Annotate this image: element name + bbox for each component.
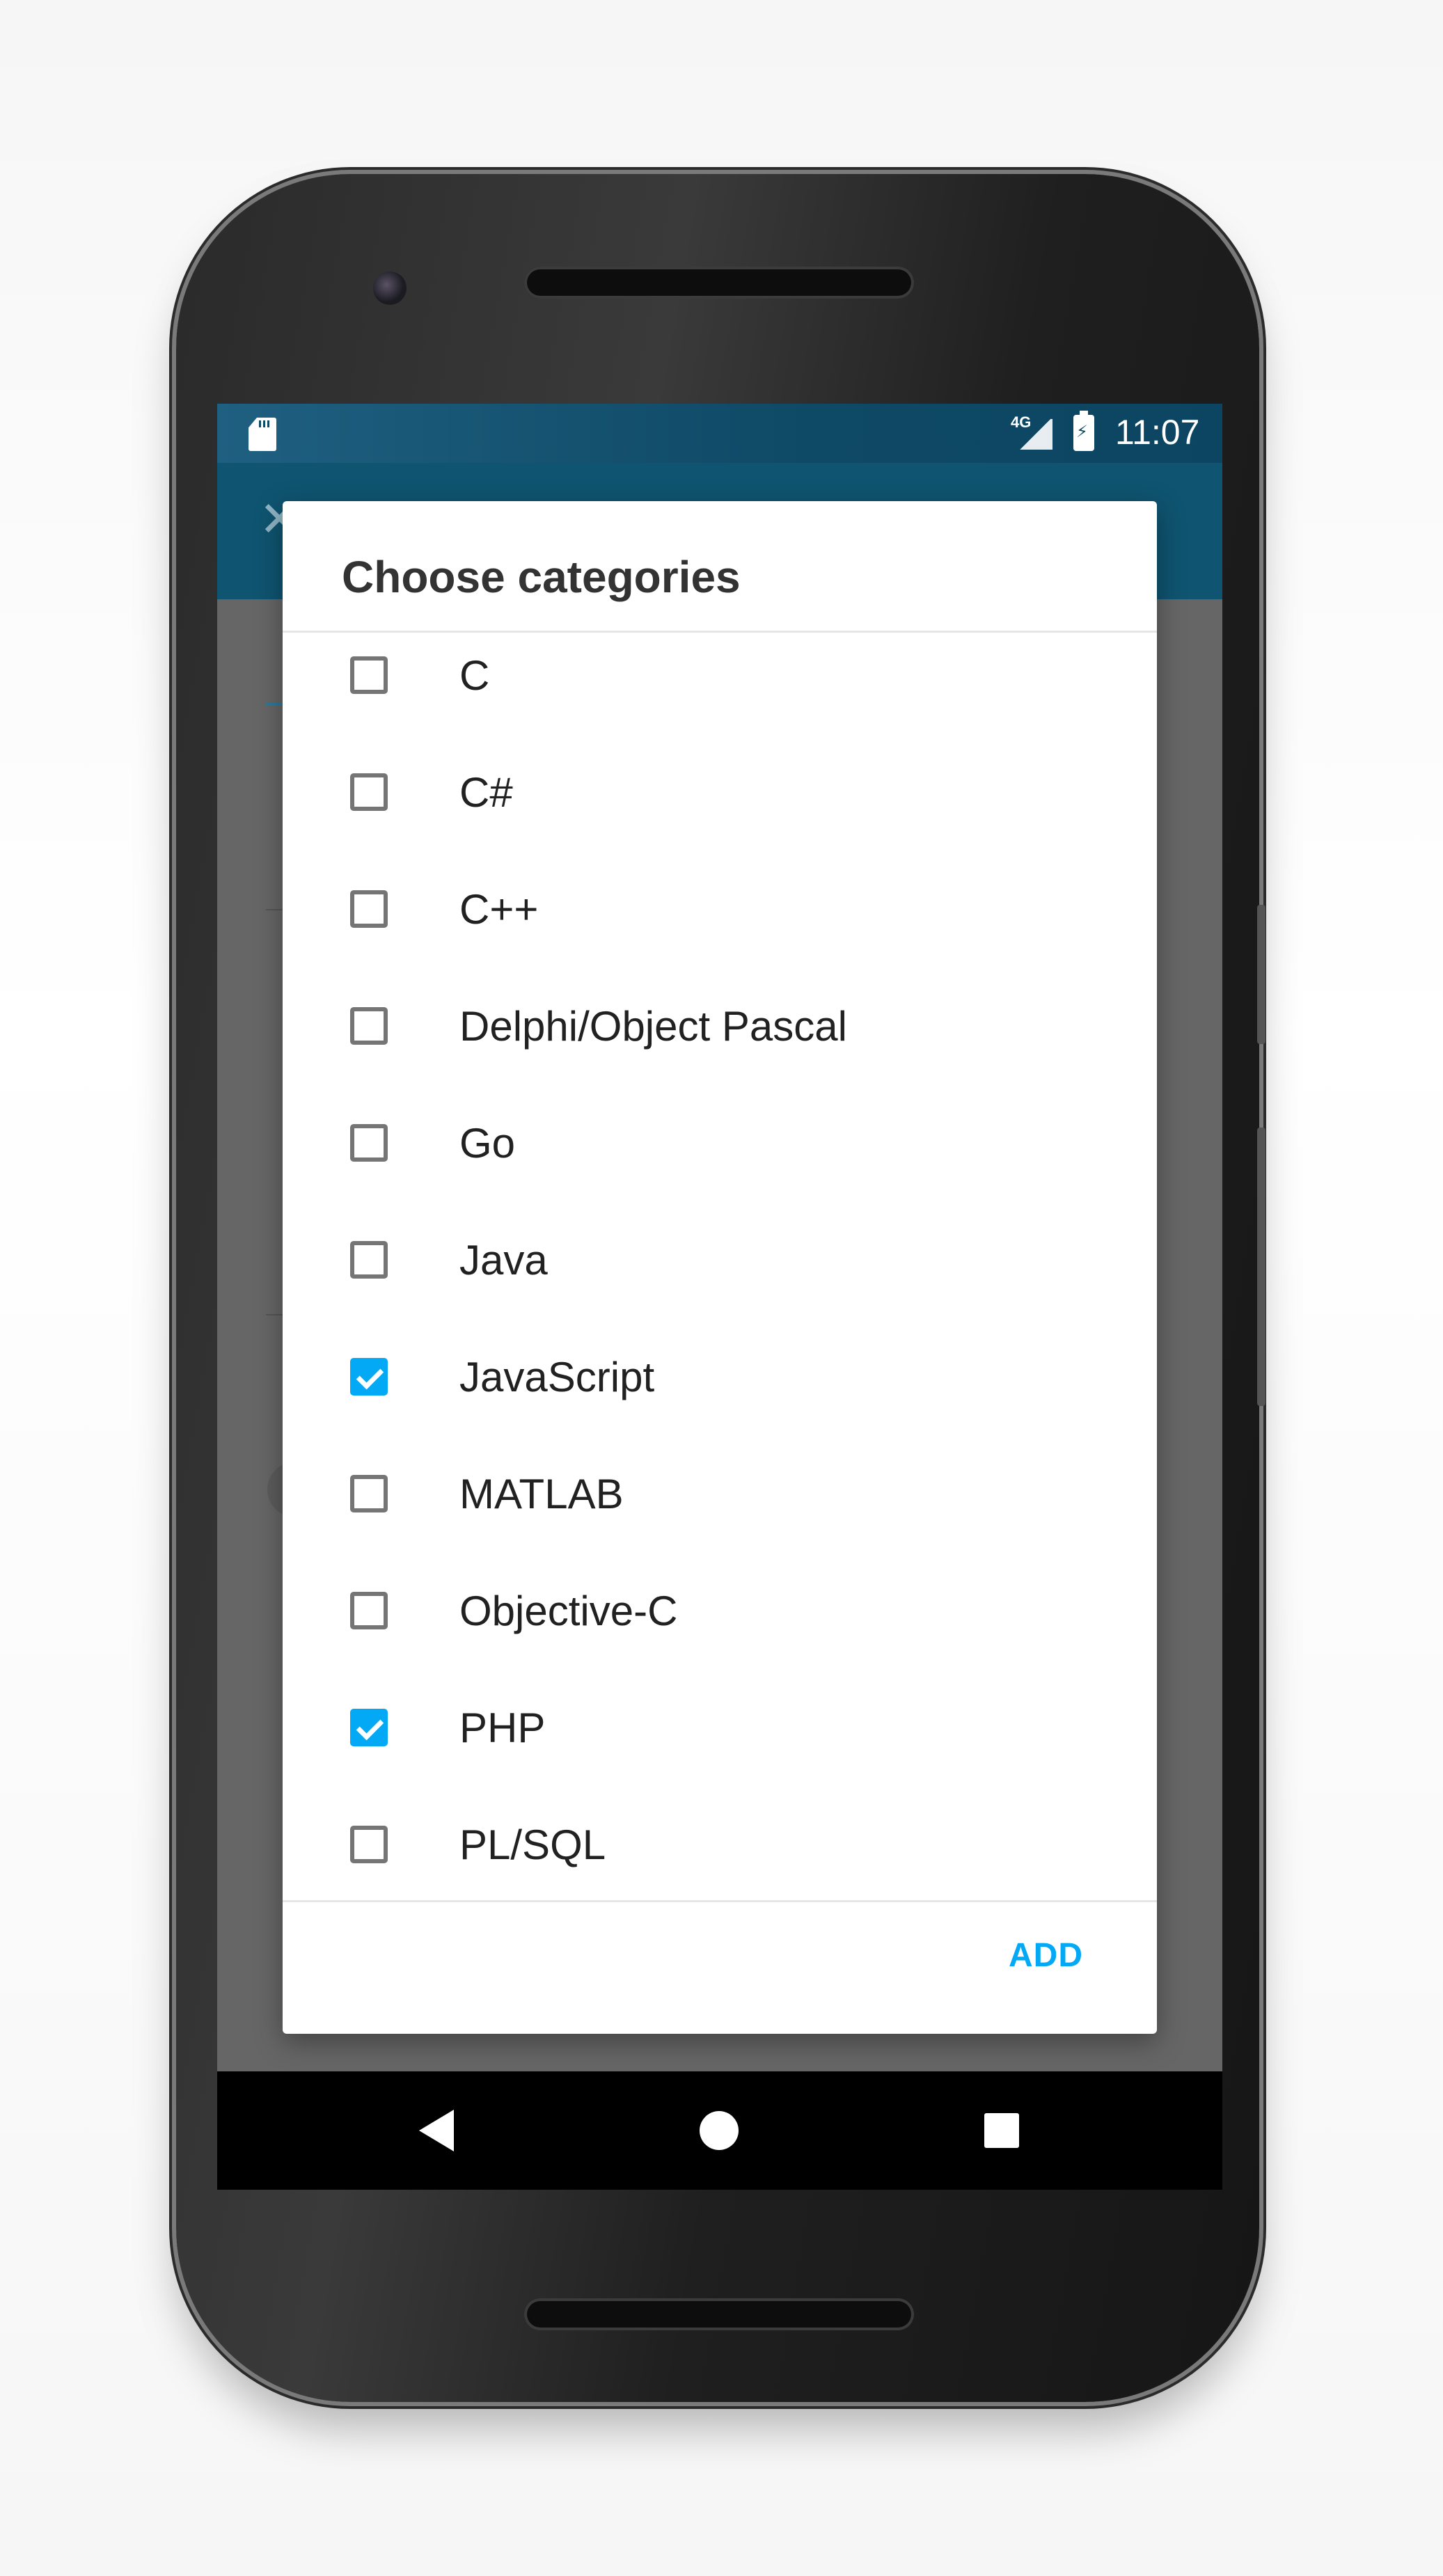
- checkbox[interactable]: [350, 773, 388, 811]
- checkbox-checked[interactable]: [350, 1358, 388, 1396]
- category-label: C#: [459, 768, 513, 816]
- checkbox[interactable]: [350, 1124, 388, 1162]
- device-mockup: 4G 11:07 ✕ Choose categories C C#: [0, 0, 1443, 2576]
- checkbox[interactable]: [350, 1592, 388, 1629]
- category-item-cpp[interactable]: C++: [283, 851, 1157, 967]
- checkbox[interactable]: [350, 1007, 388, 1045]
- category-item-java[interactable]: Java: [283, 1201, 1157, 1318]
- status-bar: 4G 11:07: [217, 404, 1222, 463]
- bottom-speaker: [524, 2298, 914, 2330]
- checkbox[interactable]: [350, 1475, 388, 1512]
- category-item-csharp[interactable]: C#: [283, 734, 1157, 851]
- signal-strength-icon: [1018, 419, 1052, 450]
- category-label: C: [459, 651, 490, 699]
- category-label: Delphi/Object Pascal: [459, 1002, 847, 1050]
- signal-4g-icon: 4G: [1011, 413, 1052, 450]
- checkbox[interactable]: [350, 656, 388, 694]
- dialog-title: Choose categories: [342, 552, 741, 602]
- choose-categories-dialog: Choose categories C C# C++ Delphi/Object…: [283, 501, 1157, 2034]
- category-label: Java: [459, 1236, 548, 1283]
- top-speaker: [524, 267, 914, 299]
- actions-divider: [283, 1900, 1157, 1902]
- nav-home-icon[interactable]: [700, 2111, 739, 2150]
- category-item-plsql[interactable]: PL/SQL: [283, 1786, 1157, 1900]
- add-button[interactable]: ADD: [1009, 1936, 1083, 1975]
- category-label: PHP: [459, 1704, 546, 1751]
- sd-card-icon: [249, 418, 276, 451]
- category-label: Go: [459, 1119, 516, 1167]
- navigation-bar: [217, 2071, 1222, 2190]
- title-divider: [283, 631, 1157, 633]
- category-item-objective-c[interactable]: Objective-C: [283, 1552, 1157, 1669]
- category-label: C++: [459, 885, 539, 933]
- checkbox[interactable]: [350, 1241, 388, 1279]
- category-item-php[interactable]: PHP: [283, 1669, 1157, 1786]
- category-item-go[interactable]: Go: [283, 1084, 1157, 1201]
- category-item-javascript[interactable]: JavaScript: [283, 1318, 1157, 1435]
- checkbox[interactable]: [350, 890, 388, 928]
- checkbox[interactable]: [350, 1826, 388, 1863]
- screen: 4G 11:07 ✕ Choose categories C C#: [217, 404, 1222, 2190]
- nav-back-icon[interactable]: [419, 2110, 454, 2151]
- battery-charging-icon: [1073, 411, 1094, 451]
- category-label: MATLAB: [459, 1470, 624, 1517]
- power-key: [1257, 1128, 1265, 1406]
- category-label: JavaScript: [459, 1353, 655, 1400]
- category-label: PL/SQL: [459, 1821, 606, 1868]
- category-item-matlab[interactable]: MATLAB: [283, 1435, 1157, 1552]
- category-item-c[interactable]: C: [283, 633, 1157, 734]
- status-clock: 11:07: [1115, 413, 1200, 452]
- category-item-delphi[interactable]: Delphi/Object Pascal: [283, 967, 1157, 1084]
- category-list[interactable]: C C# C++ Delphi/Object Pascal Go Java Ja…: [283, 633, 1157, 1900]
- category-label: Objective-C: [459, 1587, 678, 1634]
- front-camera: [373, 271, 407, 305]
- nav-recents-icon[interactable]: [984, 2113, 1019, 2148]
- volume-key: [1257, 905, 1265, 1044]
- checkbox-checked[interactable]: [350, 1709, 388, 1746]
